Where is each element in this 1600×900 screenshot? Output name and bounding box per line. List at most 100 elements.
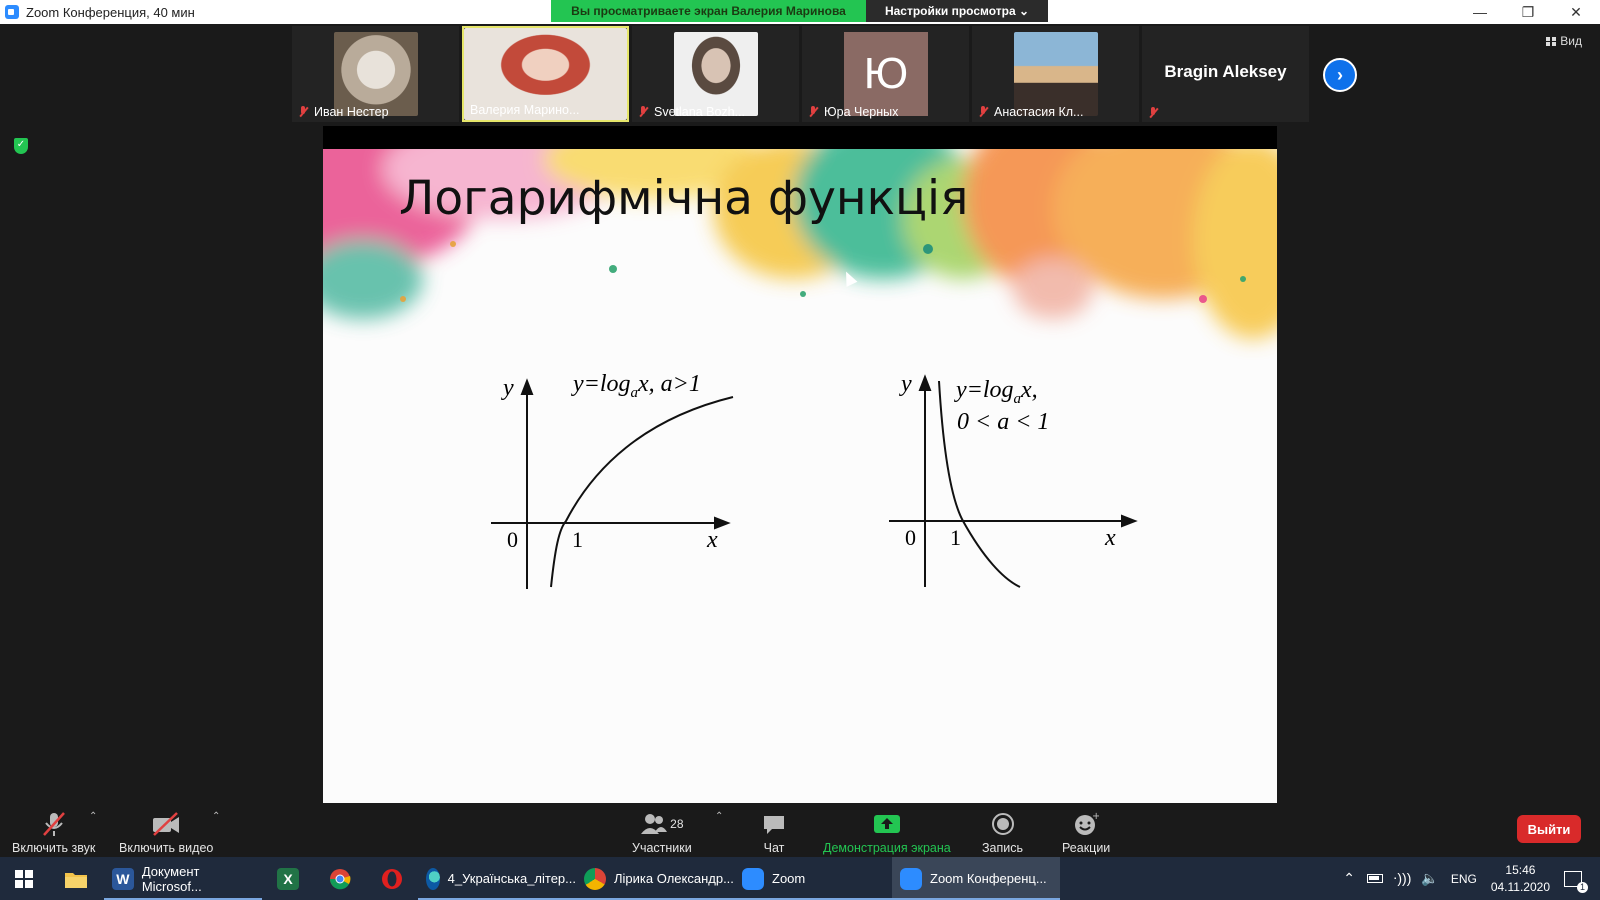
participants-count: 28 (670, 817, 684, 831)
right-one-label: 1 (950, 525, 961, 550)
clock-time: 15:46 (1505, 862, 1536, 877)
participants-caret-icon[interactable]: ⌃ (715, 811, 723, 822)
right-zero-label: 0 (905, 525, 916, 550)
leave-meeting-button[interactable]: Выйти (1517, 815, 1581, 843)
participant-tile[interactable]: Bragin Aleksey (1142, 26, 1309, 122)
zoom-icon (742, 867, 764, 890)
unmute-label: Включить звук (12, 841, 96, 855)
viewing-screen-label: Вы просматриваете экран Валерия Маринова (551, 0, 866, 22)
zoom-icon (900, 867, 922, 890)
reactions-label: Реакции (1062, 841, 1111, 855)
view-button[interactable]: Вид (1546, 34, 1582, 48)
taskbar-app-word[interactable]: W Документ Microsof... (104, 857, 262, 900)
record-icon (991, 811, 1015, 837)
participant-video (674, 32, 758, 116)
y-axis-arrow (918, 374, 932, 391)
chat-label: Чат (763, 841, 785, 855)
participant-tile[interactable]: Иван Нестер (292, 26, 459, 122)
start-video-label: Включить видео (119, 841, 214, 855)
clock[interactable]: 15:46 04.11.2020 (1491, 862, 1550, 896)
share-screen-label: Демонстрация экрана (823, 841, 951, 855)
battery-icon[interactable] (1366, 874, 1383, 883)
share-screen-button[interactable]: Демонстрация экрана (823, 811, 951, 855)
participants-button[interactable]: 28 Участники (632, 811, 692, 855)
svg-text:+: + (1092, 811, 1099, 822)
excel-icon[interactable]: X (262, 857, 314, 900)
clock-date: 04.11.2020 (1490, 879, 1550, 894)
video-options-caret-icon[interactable]: ⌃ (212, 811, 220, 822)
notifications-count: 1 (1577, 881, 1588, 893)
participant-name: Иван Нестер (314, 105, 389, 119)
participant-tile[interactable]: Анастасия Кл... (972, 26, 1139, 122)
right-x-label: x (1105, 525, 1116, 551)
taskbar-app-label: Документ Microsof... (141, 863, 202, 894)
meeting-toolbar: Включить звук ⌃ Включить видео ⌃ 28 Учас… (0, 803, 1600, 857)
view-options-button[interactable]: Настройки просмотра ⌄ (866, 0, 1048, 22)
participant-tile[interactable]: Ю Юра Черных (802, 26, 969, 122)
participant-tile[interactable]: Svetlana Bozh... (632, 26, 799, 122)
chrome-icon[interactable] (314, 857, 366, 900)
taskbar-app-label: Лірика Олександр... (614, 871, 734, 886)
slide-letterbox (323, 126, 1277, 149)
zoom-app-icon (5, 5, 19, 19)
mic-muted-icon (808, 106, 818, 118)
taskbar-app-zoom-meeting[interactable]: Zoom Конференц... (892, 857, 1060, 900)
taskbar-app-chrome[interactable]: Лірика Олександр... (576, 857, 734, 900)
opera-icon[interactable] (366, 857, 418, 900)
taskbar-app-label: Zoom Конференц... (930, 871, 1047, 886)
record-button[interactable]: Запись (982, 811, 1023, 855)
chat-button[interactable]: Чат (762, 811, 786, 855)
chat-icon (762, 811, 786, 837)
wifi-icon[interactable]: ⋅))) (1393, 870, 1411, 887)
taskbar-app-label: 4_Українська_літер... (447, 871, 576, 886)
word-icon: W (112, 867, 134, 890)
show-hidden-icons-chevron-icon[interactable]: ⌃ (1343, 870, 1355, 887)
right-formula: y=logax, (956, 377, 1038, 407)
restore-button[interactable]: ❐ (1504, 0, 1552, 24)
share-banner: Вы просматриваете экран Валерия Маринова… (551, 0, 1048, 22)
start-video-button[interactable]: Включить видео (119, 811, 213, 855)
security-shield-icon[interactable]: ✓ (14, 138, 28, 154)
taskbar-app-edge[interactable]: 4_Українська_літер... (418, 857, 576, 900)
mic-muted-icon (298, 106, 308, 118)
participants-icon (641, 814, 668, 834)
microphone-muted-icon (41, 811, 67, 837)
notifications-icon[interactable]: 1 (1564, 870, 1588, 893)
participant-gallery: Иван Нестер Валерия Марино... Svetlana B… (292, 26, 1312, 122)
taskbar-app-label: Zoom (772, 871, 806, 886)
participant-name: Svetlana Bozh... (654, 105, 746, 119)
edge-icon (426, 867, 440, 890)
participants-label: Участники (632, 841, 692, 855)
mic-muted-icon (978, 106, 988, 118)
participant-name: Валерия Марино... (470, 103, 580, 117)
volume-icon[interactable]: 🔈 (1421, 870, 1438, 887)
file-explorer-folder-icon[interactable] (48, 857, 104, 900)
participant-video (1014, 32, 1098, 116)
minimize-button[interactable]: — (1456, 0, 1504, 24)
video-off-icon (151, 811, 181, 837)
language-indicator[interactable]: ENG (1451, 872, 1477, 886)
system-tray: ⌃ ⋅))) 🔈 ENG 15:46 04.11.2020 1 (1343, 857, 1600, 900)
participant-initial-avatar: Ю (844, 32, 928, 116)
taskbar-app-zoom[interactable]: Zoom (734, 857, 892, 900)
mic-muted-icon (638, 106, 648, 118)
right-y-label: y (901, 371, 912, 397)
unmute-button[interactable]: Включить звук (12, 811, 95, 855)
view-button-label: Вид (1560, 34, 1582, 48)
reactions-smiley-icon: + (1073, 811, 1099, 837)
window-title: Zoom Конференция, 40 мин (26, 4, 195, 20)
share-screen-icon (873, 811, 901, 837)
chrome-icon (584, 867, 606, 890)
record-label: Запись (982, 841, 1024, 855)
audio-options-caret-icon[interactable]: ⌃ (89, 811, 97, 822)
participant-name: Анастасия Кл... (994, 105, 1084, 119)
participant-video (334, 32, 418, 116)
next-page-arrow-icon[interactable]: › (1323, 58, 1357, 92)
right-condition: 0 < a < 1 (957, 409, 1050, 435)
start-windows-icon[interactable] (0, 857, 48, 900)
participant-name: Юра Черных (824, 105, 899, 119)
reactions-button[interactable]: + Реакции (1062, 811, 1110, 855)
x-axis-arrow (1121, 514, 1138, 528)
participant-tile-active-speaker[interactable]: Валерия Марино... (462, 26, 629, 122)
close-button[interactable]: ✕ (1552, 0, 1600, 24)
